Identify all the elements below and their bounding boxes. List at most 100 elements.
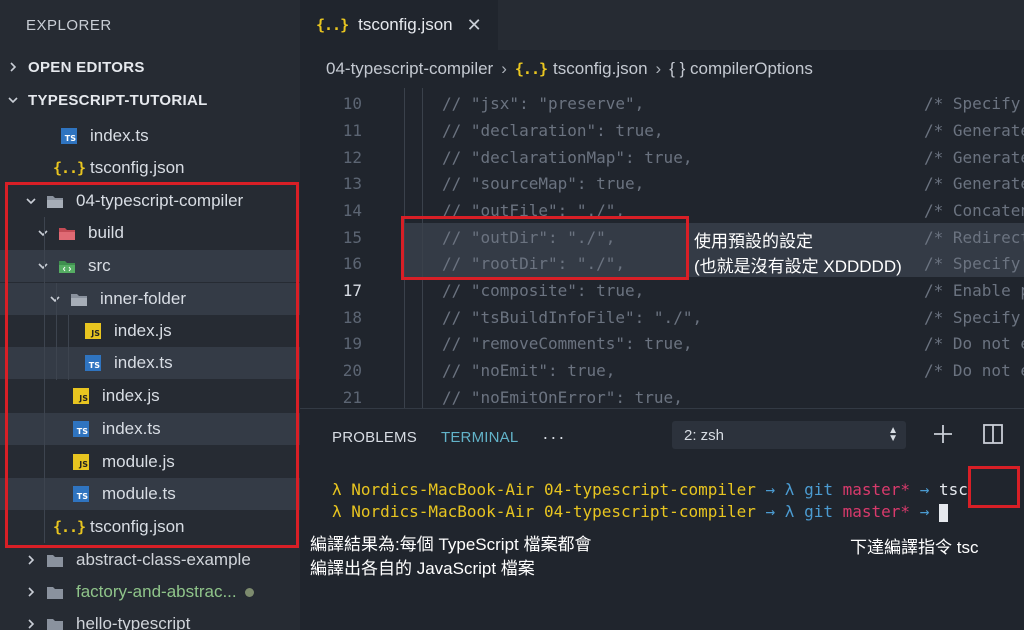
panel-tabs: PROBLEMS TERMINAL ···: [332, 427, 566, 448]
code-comment: /* Specify fi: [924, 308, 1021, 327]
prompt-lambda: λ: [784, 502, 795, 521]
prompt-arrow: →: [919, 502, 930, 521]
editor-tabbar: {..} tsconfig.json ✕: [300, 0, 1024, 50]
terminal-line: λ Nordics-MacBook-Air 04-typescript-comp…: [332, 479, 968, 501]
breadcrumb-item[interactable]: { } compilerOptions: [669, 59, 813, 79]
section-open-editors[interactable]: OPEN EDITORS: [0, 51, 300, 83]
annotation-note-command: 下達編譯指令 tsc: [850, 538, 979, 557]
breadcrumb-item[interactable]: 04-typescript-compiler: [326, 59, 493, 79]
code-comment: /* Specify th: [924, 254, 1021, 273]
code-line: // "noEmit": true,: [442, 361, 616, 380]
ts-file-icon: TS: [60, 127, 78, 145]
tab-terminal[interactable]: TERMINAL: [441, 429, 518, 446]
prompt-branch: master*: [842, 480, 911, 499]
json-file-icon: {..}: [514, 60, 548, 78]
prompt-lambda: λ: [784, 480, 795, 499]
code-comment: /* Generates: [924, 174, 1024, 193]
more-actions-icon[interactable]: ···: [542, 427, 566, 448]
annotation-text: 編譯結果為:每個 TypeScript 檔案都會: [310, 535, 592, 554]
annotation-text: (也就是沒有設定 XDDDDD): [694, 257, 902, 276]
annotation-text: 編譯出各自的 JavaScript 檔案: [310, 559, 535, 578]
prompt-git: git: [804, 480, 833, 499]
chevron-down-icon: [6, 93, 20, 107]
code-comment: /* Generates: [924, 121, 1024, 140]
prompt-arrow: →: [919, 480, 930, 499]
line-number: 10: [342, 94, 362, 113]
chevron-right-icon: [24, 617, 38, 630]
code-comment: /* Specify JS: [924, 94, 1021, 113]
code-comment: /* Do not emi: [924, 361, 1024, 380]
code-comment: /* Redirect o: [924, 228, 1024, 247]
modified-dot-icon: [244, 587, 254, 597]
annotation-note-result: 編譯結果為:每個 TypeScript 檔案都會 編譯出各自的 JavaScri…: [310, 533, 591, 581]
folder-label: hello-typescript: [76, 614, 191, 630]
line-number: 11: [342, 121, 362, 140]
prompt-host: Nordics-MacBook-Air: [351, 480, 535, 499]
split-icon[interactable]: [982, 423, 1004, 445]
folder-item[interactable]: abstract-class-example: [0, 544, 300, 576]
code-comment: /* Do not emi: [924, 334, 1024, 353]
code-line: // "removeComments": true,: [442, 334, 693, 353]
code-line: // "sourceMap": true,: [442, 174, 645, 193]
code-line: // "jsx": "preserve",: [442, 94, 645, 113]
code-comment: /* Concatenat: [924, 201, 1024, 220]
explorer-title: EXPLORER: [26, 16, 112, 34]
folder-icon: [46, 583, 64, 601]
prompt-git: git: [804, 502, 833, 521]
shell-select[interactable]: 2: zsh ▲ ▼: [672, 421, 906, 449]
prompt-dir: 04-typescript-compiler: [543, 502, 756, 521]
annotation-note-defaults: 使用預設的設定 (也就是沒有設定 XDDDDD): [694, 229, 902, 279]
terminal-command: tsc: [938, 480, 968, 499]
annotation-text: 使用預設的設定: [694, 232, 813, 251]
file-item[interactable]: TS index.ts: [0, 120, 300, 152]
annotation-box-tsc: [968, 466, 1020, 508]
close-icon[interactable]: ✕: [467, 15, 482, 36]
json-file-icon: {..}: [316, 16, 349, 34]
select-arrows-icon: ▲ ▼: [888, 425, 898, 444]
plus-icon[interactable]: [932, 423, 954, 445]
file-label: tsconfig.json: [90, 158, 185, 177]
json-file-icon: {..}: [52, 159, 86, 177]
line-number: 17: [342, 281, 362, 300]
prompt-branch: master*: [842, 502, 911, 521]
chevron-right-icon: ›: [655, 59, 662, 78]
line-number: 18: [342, 308, 362, 327]
tab-problems[interactable]: PROBLEMS: [332, 429, 417, 446]
line-number: 13: [342, 174, 362, 193]
prompt-lambda: λ: [332, 502, 342, 521]
bottom-panel: PROBLEMS TERMINAL ··· 2: zsh ▲ ▼ λ Nordic…: [300, 408, 1024, 630]
prompt-arrow: →: [765, 502, 776, 521]
code-line: // "declaration": true,: [442, 121, 664, 140]
prompt-dir: 04-typescript-compiler: [543, 480, 756, 499]
folder-item[interactable]: hello-typescript: [0, 608, 300, 630]
prompt-arrow: →: [765, 480, 776, 499]
code-line: // "composite": true,: [442, 281, 645, 300]
folder-label: abstract-class-example: [76, 550, 251, 569]
chevron-right-icon: [24, 585, 38, 599]
section-label: TYPESCRIPT-TUTORIAL: [28, 91, 208, 109]
section-project[interactable]: TYPESCRIPT-TUTORIAL: [0, 84, 300, 116]
line-number: 15: [342, 228, 362, 247]
chevron-right-icon: ›: [501, 59, 507, 78]
prompt-host: Nordics-MacBook-Air: [351, 502, 535, 521]
folder-item[interactable]: factory-and-abstrac...: [0, 576, 300, 608]
terminal-line[interactable]: λ Nordics-MacBook-Air 04-typescript-comp…: [332, 501, 948, 523]
line-number: 20: [342, 361, 362, 380]
file-item[interactable]: {..} tsconfig.json: [0, 152, 300, 184]
chevron-right-icon: [6, 60, 20, 74]
folder-label: factory-and-abstrac...: [76, 582, 237, 601]
line-number: 19: [342, 334, 362, 353]
terminal-cursor: [938, 503, 948, 522]
breadcrumb-item[interactable]: tsconfig.json: [553, 59, 648, 79]
tab-tsconfig[interactable]: {..} tsconfig.json ✕: [300, 0, 498, 50]
chevron-right-icon: [24, 553, 38, 567]
tab-label: tsconfig.json: [358, 15, 453, 34]
folder-icon: [46, 615, 64, 630]
folder-icon: [46, 551, 64, 569]
code-line: // "tsBuildInfoFile": "./",: [442, 308, 703, 327]
line-number: 21: [342, 388, 362, 407]
code-comment: /* Generates: [924, 148, 1024, 167]
section-label: OPEN EDITORS: [28, 58, 145, 76]
file-label: index.ts: [90, 126, 149, 145]
breadcrumb: 04-typescript-compiler › {..} tsconfig.j…: [300, 50, 1024, 88]
